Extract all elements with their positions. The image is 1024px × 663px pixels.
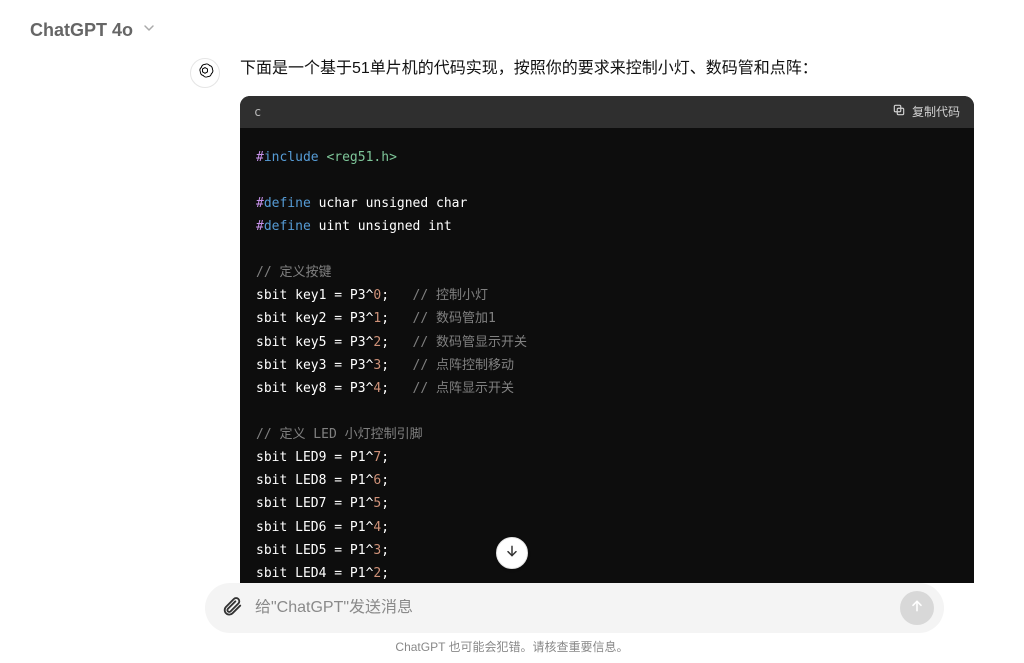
attach-button[interactable] — [221, 595, 243, 622]
assistant-avatar — [190, 58, 220, 88]
paperclip-icon — [221, 595, 243, 622]
code-language-label: c — [254, 105, 261, 119]
code-block: c 复制代码 #include <reg51.h> #define uchar … — [240, 96, 974, 583]
copy-code-button[interactable]: 复制代码 — [892, 103, 960, 120]
message-area: 下面是一个基于51单片机的代码实现，按照你的要求来控制小灯、数码管和点阵： c … — [190, 56, 974, 583]
arrow-down-icon — [504, 543, 520, 564]
assistant-message: 下面是一个基于51单片机的代码实现，按照你的要求来控制小灯、数码管和点阵： c … — [190, 56, 974, 583]
model-name: ChatGPT 4o — [30, 20, 133, 41]
disclaimer-text: ChatGPT 也可能会犯错。请核查重要信息。 — [0, 638, 1024, 655]
code-content[interactable]: #include <reg51.h> #define uchar unsigne… — [240, 128, 974, 583]
copy-code-label: 复制代码 — [912, 103, 960, 120]
arrow-up-icon — [909, 598, 925, 619]
assistant-intro-text: 下面是一个基于51单片机的代码实现，按照你的要求来控制小灯、数码管和点阵： — [240, 56, 974, 82]
scroll-to-bottom-button[interactable] — [496, 537, 528, 569]
code-toolbar: c 复制代码 — [240, 96, 974, 128]
send-button[interactable] — [900, 591, 934, 625]
chevron-down-icon — [141, 20, 157, 41]
message-composer — [205, 583, 944, 633]
openai-logo-icon — [196, 62, 214, 85]
message-input[interactable] — [255, 599, 888, 617]
model-switcher[interactable]: ChatGPT 4o — [30, 20, 157, 41]
copy-icon — [892, 103, 906, 120]
